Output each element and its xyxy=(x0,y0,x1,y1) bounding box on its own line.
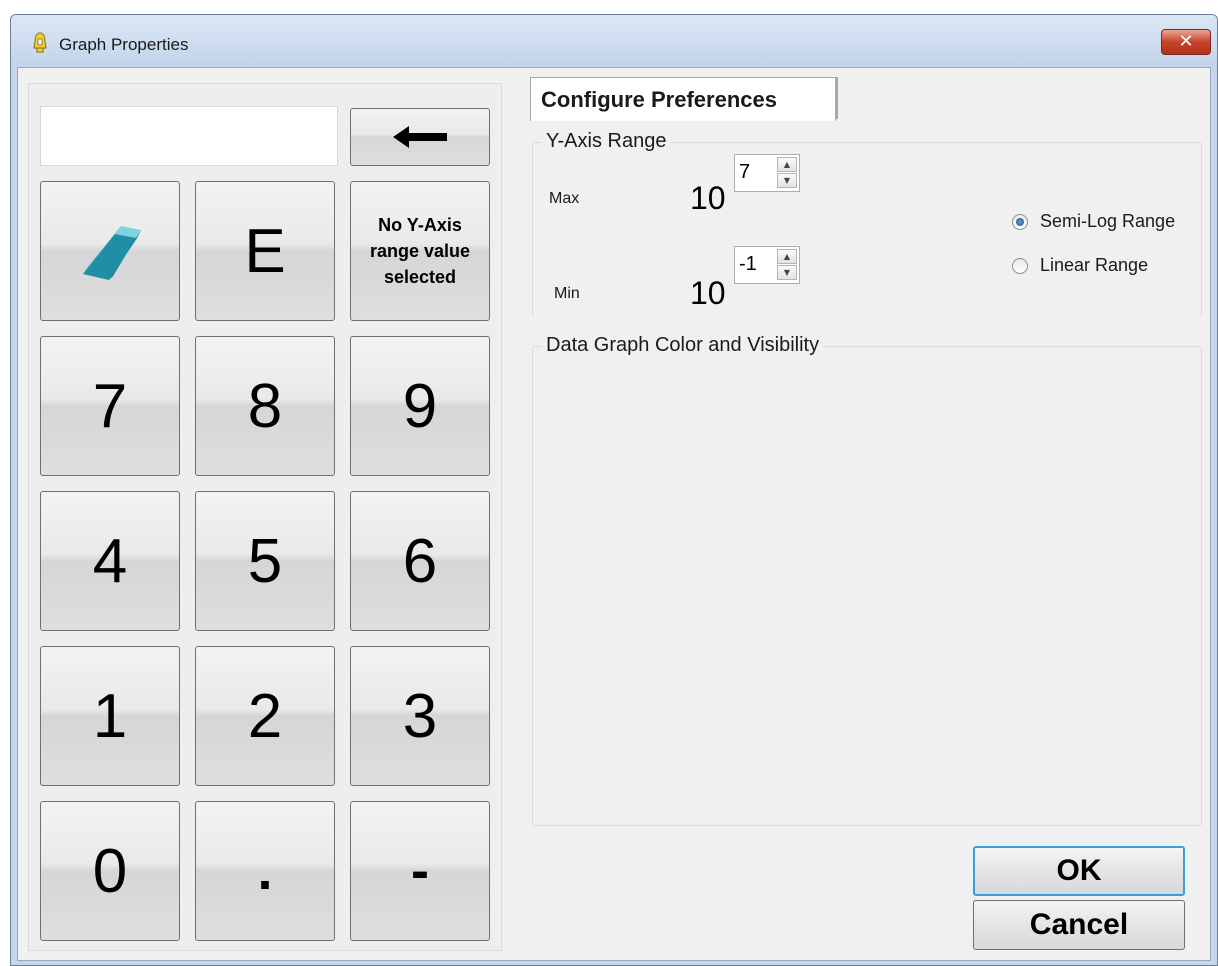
key-9-button[interactable]: 9 xyxy=(350,336,490,476)
no-y-axis-range-button[interactable]: No Y-Axis range value selected xyxy=(350,181,490,321)
exponent-e-button[interactable]: E xyxy=(195,181,335,321)
data-graph-color-visibility-group xyxy=(532,346,1202,826)
max-exponent-stepper[interactable]: ▲ ▼ xyxy=(734,154,800,192)
min-label: Min xyxy=(554,285,580,302)
clear-button[interactable] xyxy=(40,181,180,321)
eraser-icon xyxy=(75,216,145,286)
min-base-ten: 10 xyxy=(690,275,726,311)
dialog-client-area: E No Y-Axis range value selected 7 8 9 4… xyxy=(17,67,1211,961)
value-entry-field[interactable] xyxy=(40,106,338,166)
min-exponent-spin: ▲ ▼ xyxy=(777,249,797,281)
left-arrow-icon xyxy=(393,126,447,148)
key-7-button[interactable]: 7 xyxy=(40,336,180,476)
tab-configure-preferences[interactable]: Configure Preferences xyxy=(530,77,836,121)
max-exponent-spin: ▲ ▼ xyxy=(777,157,797,189)
y-axis-range-legend: Y-Axis Range xyxy=(542,130,671,153)
min-exponent-down-button[interactable]: ▼ xyxy=(777,265,797,280)
key-8-button[interactable]: 8 xyxy=(195,336,335,476)
semi-log-range-label[interactable]: Semi-Log Range xyxy=(1040,211,1175,232)
key-0-button[interactable]: 0 xyxy=(40,801,180,941)
key-2-button[interactable]: 2 xyxy=(195,646,335,786)
cancel-button[interactable]: Cancel xyxy=(973,900,1185,950)
max-exponent-down-button[interactable]: ▼ xyxy=(777,173,797,188)
semi-log-range-radio[interactable]: Semi-Log Range xyxy=(1012,211,1175,232)
max-label: Max xyxy=(549,190,580,207)
ok-button[interactable]: OK xyxy=(973,846,1185,896)
data-graph-color-visibility-legend: Data Graph Color and Visibility xyxy=(542,334,824,357)
tab-divider xyxy=(836,77,838,119)
linear-range-label[interactable]: Linear Range xyxy=(1040,255,1148,276)
max-exponent-input[interactable] xyxy=(737,157,777,187)
linear-range-radio[interactable]: Linear Range xyxy=(1012,255,1148,276)
key-5-button[interactable]: 5 xyxy=(195,491,335,631)
key-1-button[interactable]: 1 xyxy=(40,646,180,786)
decimal-point-button[interactable]: . xyxy=(195,801,335,941)
radio-selected-dot xyxy=(1016,217,1024,226)
backspace-button[interactable] xyxy=(350,108,490,166)
min-exponent-stepper[interactable]: ▲ ▼ xyxy=(734,246,800,284)
close-icon: ✕ xyxy=(1178,31,1194,52)
key-3-button[interactable]: 3 xyxy=(350,646,490,786)
linear-radio-circle[interactable] xyxy=(1012,257,1028,274)
close-button[interactable]: ✕ xyxy=(1161,29,1211,55)
max-base-ten: 10 xyxy=(690,180,726,216)
bell-icon xyxy=(33,32,47,53)
graph-properties-window: Graph Properties ✕ E No Y-Axis range val… xyxy=(10,14,1218,966)
window-title: Graph Properties xyxy=(59,35,189,54)
min-exponent-input[interactable] xyxy=(737,249,777,279)
minus-sign-button[interactable]: - xyxy=(350,801,490,941)
semi-log-radio-circle[interactable] xyxy=(1012,213,1028,230)
max-exponent-up-button[interactable]: ▲ xyxy=(777,157,797,172)
min-exponent-up-button[interactable]: ▲ xyxy=(777,249,797,264)
title-bar: Graph Properties ✕ xyxy=(11,15,1217,67)
key-6-button[interactable]: 6 xyxy=(350,491,490,631)
key-4-button[interactable]: 4 xyxy=(40,491,180,631)
